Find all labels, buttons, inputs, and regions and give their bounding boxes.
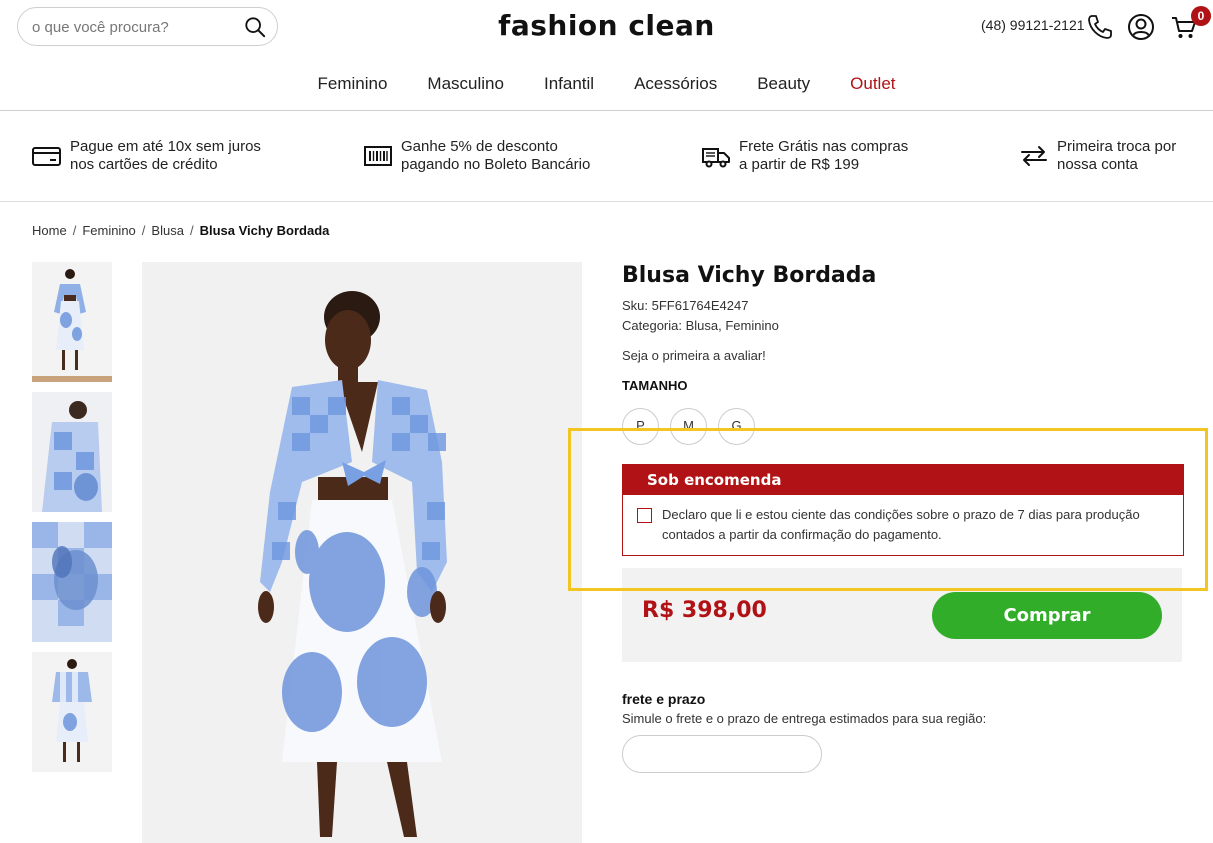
benefit-installments: Pague em até 10x sem juros nos cartões de… <box>32 138 261 174</box>
breadcrumb-current: Blusa Vichy Bordada <box>199 223 330 238</box>
breadcrumb: Home / Feminino / Blusa / Blusa Vichy Bordada <box>32 223 330 238</box>
benefit-line: nos cartões de crédito <box>70 156 218 173</box>
user-icon[interactable] <box>1127 13 1155 41</box>
product-thumbnail[interactable] <box>32 262 112 382</box>
benefits-divider <box>0 201 1213 202</box>
nav-item-infantil[interactable]: Infantil <box>544 74 594 94</box>
benefit-free-shipping: Frete Grátis nas compras a partir de R$ 1… <box>701 138 908 174</box>
buy-panel: R$ 398,00 Comprar <box>622 568 1182 662</box>
benefit-line: Primeira troca por <box>1057 138 1177 155</box>
breadcrumb-feminino[interactable]: Feminino <box>82 223 135 238</box>
product-category: Categoria: Blusa, Feminino <box>622 318 779 333</box>
product-sku: Sku: 5FF61764E4247 <box>622 298 749 313</box>
search-icon[interactable] <box>244 16 266 38</box>
nav-item-feminino[interactable]: Feminino <box>318 74 388 94</box>
benefit-line: Ganhe 5% de desconto <box>401 138 558 155</box>
shipping-title: frete e prazo <box>622 691 706 707</box>
benefit-boleto: Ganhe 5% de desconto pagando no Boleto Ba… <box>363 138 590 174</box>
rating-prompt[interactable]: Seja o primeira a avaliar! <box>622 348 766 363</box>
search-box <box>17 7 278 46</box>
size-option-g[interactable]: G <box>718 408 755 445</box>
product-main-image[interactable] <box>142 262 582 843</box>
benefit-line: Frete Grátis nas compras <box>739 138 909 155</box>
buy-button[interactable]: Comprar <box>932 592 1162 639</box>
made-to-order-notice: Sob encomenda Declaro que li e estou cie… <box>622 464 1184 556</box>
breadcrumb-blusa[interactable]: Blusa <box>151 223 184 238</box>
phone-icon[interactable] <box>1086 13 1114 41</box>
benefit-line: a partir de R$ 199 <box>739 156 860 173</box>
size-label: TAMANHO <box>622 378 688 393</box>
search-input[interactable] <box>32 16 232 38</box>
size-option-p[interactable]: P <box>622 408 659 445</box>
benefit-line: pagando no Boleto Bancário <box>401 156 591 173</box>
product-price: R$ 398,00 <box>642 598 767 623</box>
nav-item-outlet[interactable]: Outlet <box>850 74 895 94</box>
phone-number: (48) 99121-2121 <box>981 17 1085 33</box>
main-nav: Feminino Masculino Infantil Acessórios B… <box>0 74 1213 94</box>
benefit-line: nossa conta <box>1057 156 1138 173</box>
product-thumbnail[interactable] <box>32 522 112 642</box>
benefit-line: Pague em até 10x sem juros <box>70 138 261 155</box>
terms-checkbox[interactable] <box>637 508 652 523</box>
product-thumbnail[interactable] <box>32 392 112 512</box>
nav-item-masculino[interactable]: Masculino <box>427 74 504 94</box>
nav-item-acessorios[interactable]: Acessórios <box>634 74 717 94</box>
credit-card-icon <box>32 147 61 166</box>
shipping-subtitle: Simule o frete e o prazo de entrega esti… <box>622 711 987 726</box>
breadcrumb-home[interactable]: Home <box>32 223 67 238</box>
notice-title: Sob encomenda <box>623 465 1183 495</box>
barcode-icon <box>364 146 392 166</box>
cep-input[interactable] <box>622 735 822 773</box>
truck-icon <box>702 148 730 168</box>
size-option-m[interactable]: M <box>670 408 707 445</box>
product-thumbnail[interactable] <box>32 652 112 772</box>
terms-text[interactable]: Declaro que li e estou ciente das condiç… <box>662 505 1157 545</box>
header-divider <box>0 110 1213 111</box>
cart-count-badge: 0 <box>1191 6 1211 26</box>
nav-item-beauty[interactable]: Beauty <box>757 74 810 94</box>
exchange-icon <box>1021 146 1047 166</box>
benefit-exchange: Primeira troca por nossa conta <box>1019 138 1176 174</box>
product-title: Blusa Vichy Bordada <box>622 263 877 288</box>
site-logo[interactable]: fashion clean <box>498 9 715 42</box>
